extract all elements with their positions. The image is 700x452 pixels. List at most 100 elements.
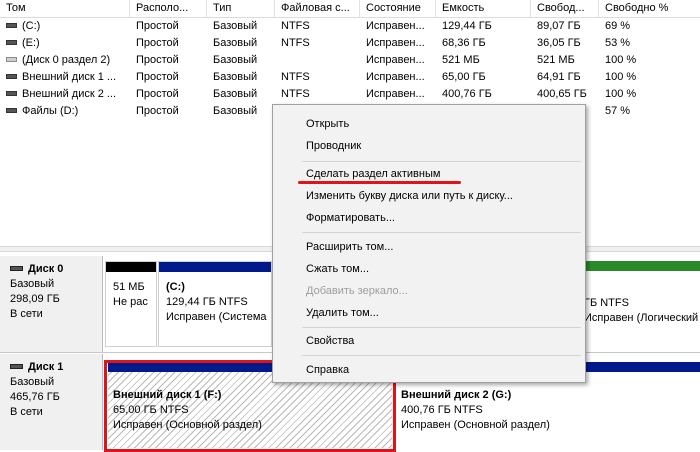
volume-name: Файлы (D:) xyxy=(22,105,79,117)
volume-icon xyxy=(6,39,17,45)
volume-name: (C:) xyxy=(22,20,41,32)
partition-c[interactable]: (C:) 129,44 ГБ NTFS Исправен (Система xyxy=(158,261,272,347)
volume-status: Исправен... xyxy=(366,20,425,32)
partition-unallocated[interactable]: 51 МБ Не рас xyxy=(105,261,157,347)
menu-item-extend-volume[interactable]: Расширить том... xyxy=(273,236,585,258)
column-header-type[interactable]: Тип xyxy=(207,0,275,17)
menu-separator xyxy=(302,327,581,328)
context-menu: Открыть Проводник Сделать раздел активны… xyxy=(272,104,586,383)
menu-separator xyxy=(302,161,581,162)
menu-item-properties[interactable]: Свойства xyxy=(273,330,585,352)
disk-type: Базовый xyxy=(10,278,55,290)
volume-capacity: 65,00 ГБ xyxy=(442,71,486,83)
table-row[interactable]: (E:) Простой Базовый NTFS Исправен... 68… xyxy=(0,35,700,52)
disk-status: В сети xyxy=(10,406,43,418)
volume-type: Базовый xyxy=(213,105,258,117)
volume-type: Базовый xyxy=(213,71,258,83)
partition-size: 129,44 ГБ NTFS xyxy=(166,296,248,308)
volume-free: 64,91 ГБ xyxy=(537,71,581,83)
volume-filesystem: NTFS xyxy=(281,20,310,32)
volume-layout: Простой xyxy=(136,71,179,83)
volume-type: Базовый xyxy=(213,88,258,100)
volume-capacity: 521 МБ xyxy=(442,54,480,66)
volume-filesystem: NTFS xyxy=(281,88,310,100)
partition-status: Исправен (Основной раздел) xyxy=(401,419,550,431)
column-header-free-percent[interactable]: Свободно % xyxy=(599,0,700,17)
volume-free: 36,05 ГБ xyxy=(537,37,581,49)
volume-status: Исправен... xyxy=(366,88,425,100)
volume-status: Исправен... xyxy=(366,71,425,83)
partition-size: 400,76 ГБ NTFS xyxy=(401,404,483,416)
partition-bar xyxy=(572,261,700,271)
disk-size: 465,76 ГБ xyxy=(10,391,60,403)
partition-status: Исправен (Система xyxy=(166,311,267,323)
highlight-underline xyxy=(298,181,461,184)
column-header-status[interactable]: Состояние xyxy=(360,0,436,17)
disk-size: 298,09 ГБ xyxy=(10,293,60,305)
table-row[interactable]: (C:) Простой Базовый NTFS Исправен... 12… xyxy=(0,18,700,35)
volume-layout: Простой xyxy=(136,37,179,49)
disk-status: В сети xyxy=(10,308,43,320)
menu-item-change-drive-letter[interactable]: Изменить букву диска или путь к диску... xyxy=(273,185,585,207)
partition-logical[interactable]: ГБ NTFS Исправен (Логический . xyxy=(572,261,700,347)
volume-type: Базовый xyxy=(213,54,258,66)
volume-layout: Простой xyxy=(136,105,179,117)
menu-item-format[interactable]: Форматировать... xyxy=(273,207,585,229)
disk-0-info[interactable]: Диск 0 Базовый 298,09 ГБ В сети xyxy=(0,256,103,352)
volume-name: Внешний диск 2 ... xyxy=(22,88,117,100)
partition-bar xyxy=(106,262,156,272)
column-header-layout[interactable]: Располо... xyxy=(130,0,207,17)
volume-filesystem xyxy=(275,52,360,69)
volume-icon xyxy=(6,22,17,28)
partition-size: ГБ NTFS xyxy=(584,297,629,309)
disk-drive-icon xyxy=(10,265,23,271)
volume-layout: Простой xyxy=(136,54,179,66)
volume-capacity: 400,76 ГБ xyxy=(442,88,492,100)
menu-item-help[interactable]: Справка xyxy=(273,359,585,381)
disk-type: Базовый xyxy=(10,376,55,388)
volume-status: Исправен... xyxy=(366,37,425,49)
disk-1-info[interactable]: Диск 1 Базовый 465,76 ГБ В сети xyxy=(0,354,103,450)
volume-name: (E:) xyxy=(22,37,40,49)
volume-icon xyxy=(6,73,17,79)
volume-capacity: 129,44 ГБ xyxy=(442,20,492,32)
volume-free-percent: 100 % xyxy=(605,54,637,66)
volume-filesystem: NTFS xyxy=(281,71,310,83)
menu-separator xyxy=(302,232,581,233)
partition-label: (C:) xyxy=(166,281,185,293)
volume-free-percent: 69 % xyxy=(605,20,631,32)
volume-list-header: Том Располо... Тип Файловая с... Состоян… xyxy=(0,0,700,18)
menu-item-explorer[interactable]: Проводник xyxy=(273,135,585,157)
volume-filesystem: NTFS xyxy=(281,37,310,49)
menu-item-add-mirror: Добавить зеркало... xyxy=(306,285,408,297)
disk-name: Диск 0 xyxy=(28,263,64,275)
volume-layout: Простой xyxy=(136,20,179,32)
partition-label: Внешний диск 2 (G:) xyxy=(401,389,512,401)
volume-free: 400,65 ГБ xyxy=(537,88,587,100)
table-row[interactable]: Внешний диск 2 ... Простой Базовый NTFS … xyxy=(0,86,700,103)
menu-item-delete-volume[interactable]: Удалить том... xyxy=(273,302,585,324)
partition-status: Не рас xyxy=(113,296,148,308)
volume-free-percent: 100 % xyxy=(605,71,637,83)
volume-name: (Диск 0 раздел 2) xyxy=(22,54,111,66)
volume-type: Базовый xyxy=(213,37,258,49)
partition-size: 51 МБ xyxy=(113,281,145,293)
volume-status: Исправен... xyxy=(366,54,425,66)
volume-free-percent: 57 % xyxy=(605,105,631,117)
column-header-capacity[interactable]: Емкость xyxy=(436,0,531,17)
column-header-filesystem[interactable]: Файловая с... xyxy=(275,0,360,17)
menu-separator xyxy=(302,355,581,356)
table-row[interactable]: (Диск 0 раздел 2) Простой Базовый Исправ… xyxy=(0,52,700,69)
table-row[interactable]: Внешний диск 1 ... Простой Базовый NTFS … xyxy=(0,69,700,86)
volume-icon xyxy=(6,90,17,96)
volume-free: 89,07 ГБ xyxy=(537,20,581,32)
partition-bar xyxy=(159,262,271,272)
column-header-free-space[interactable]: Свобод... xyxy=(531,0,599,17)
volume-icon xyxy=(6,107,17,113)
volume-name: Внешний диск 1 ... xyxy=(22,71,117,83)
menu-item-open[interactable]: Открыть xyxy=(273,113,585,135)
menu-item-shrink-volume[interactable]: Сжать том... xyxy=(273,258,585,280)
column-header-volume[interactable]: Том xyxy=(0,0,130,17)
volume-free-percent: 53 % xyxy=(605,37,631,49)
volume-icon xyxy=(6,56,17,62)
